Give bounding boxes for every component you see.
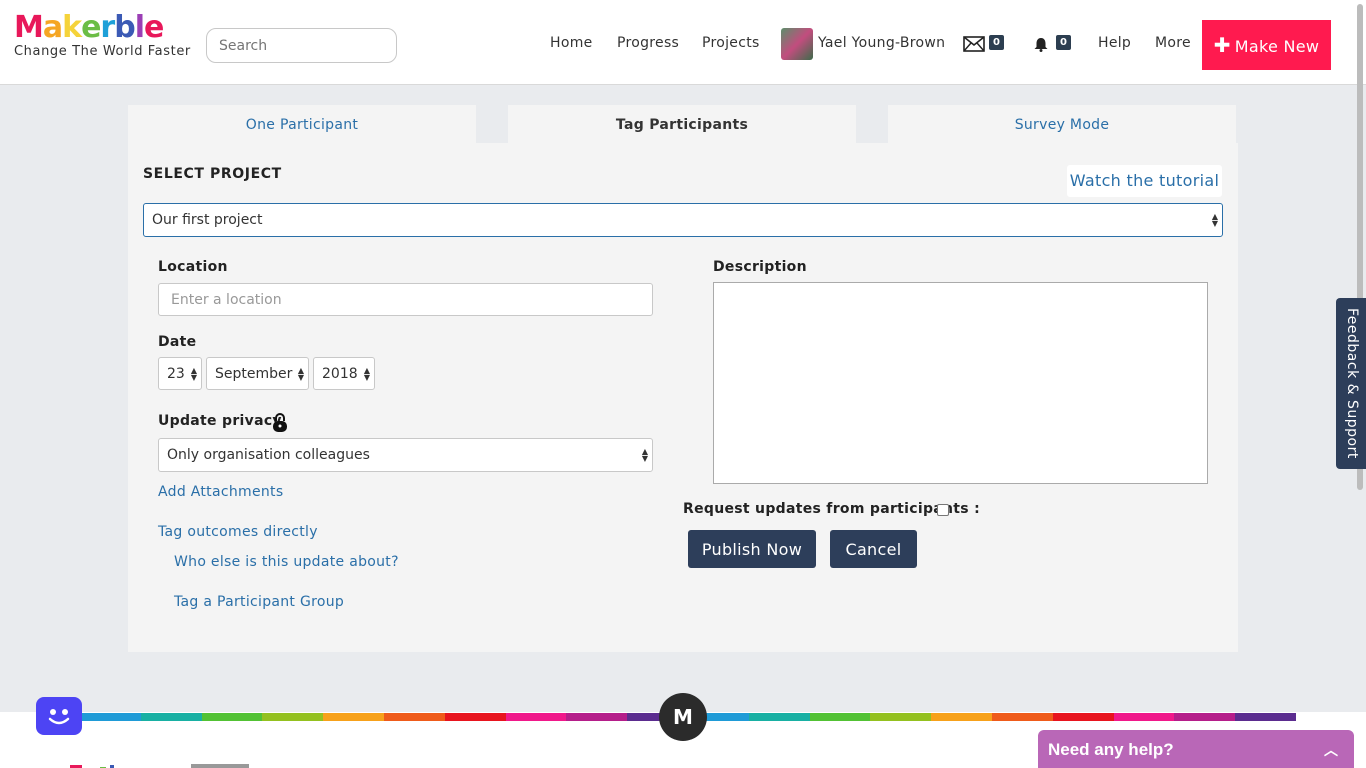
tab-survey-mode[interactable]: Survey Mode <box>888 105 1236 145</box>
logo-wordmark: Makerble <box>14 10 164 45</box>
need-help-label: Need any help? <box>1048 740 1174 759</box>
bot-face-icon <box>48 709 70 725</box>
tab-one-participant[interactable]: One Participant <box>128 105 476 145</box>
tag-participant-group-link[interactable]: Tag a Participant Group <box>174 594 344 610</box>
footer-logo <box>70 758 170 768</box>
date-day-select[interactable]: 23 ▲ ▼ <box>158 357 202 390</box>
project-select[interactable]: Our first project ▲ ▼ <box>143 203 1223 237</box>
feedback-support-label: Feedback & Support <box>1344 308 1360 459</box>
select-arrows-icon: ▲ ▼ <box>363 365 370 382</box>
location-label: Location <box>158 259 228 275</box>
envelope-icon[interactable] <box>963 36 985 52</box>
privacy-select-value: Only organisation colleagues <box>167 447 370 463</box>
date-month-select[interactable]: September ▲ ▼ <box>206 357 309 390</box>
location-input[interactable]: Enter a location <box>158 283 653 316</box>
feedback-support-tab[interactable]: Feedback & Support <box>1336 298 1366 469</box>
plus-icon: ✚ <box>1213 33 1231 57</box>
bell-icon[interactable] <box>1033 37 1049 52</box>
logo-tagline: Change The World Faster <box>14 44 191 59</box>
date-label: Date <box>158 334 197 350</box>
select-arrows-icon: ▲ ▼ <box>297 365 304 382</box>
chatbot-icon[interactable] <box>36 697 82 735</box>
tag-outcomes-link[interactable]: Tag outcomes directly <box>158 524 318 540</box>
messages-count-badge: 0 <box>989 35 1004 50</box>
footer-divider <box>191 764 249 768</box>
user-name[interactable]: Yael Young-Brown <box>818 35 945 51</box>
cancel-button[interactable]: Cancel <box>830 530 917 568</box>
publish-now-button[interactable]: Publish Now <box>688 530 816 568</box>
location-placeholder: Enter a location <box>171 291 282 308</box>
description-label: Description <box>713 259 807 275</box>
lock-icon <box>273 413 287 432</box>
date-day-value: 23 <box>167 365 185 382</box>
makerble-logo[interactable]: Makerble Change The World Faster <box>14 10 191 60</box>
select-arrows-icon: ▲ ▼ <box>190 365 197 382</box>
notifications-count-badge: 0 <box>1056 35 1071 50</box>
nav-projects[interactable]: Projects <box>702 35 760 51</box>
privacy-select[interactable]: Only organisation colleagues ▲ ▼ <box>158 438 653 472</box>
select-project-label: SELECT PROJECT <box>143 166 282 182</box>
nav-help[interactable]: Help <box>1098 35 1131 51</box>
date-year-value: 2018 <box>322 365 358 382</box>
privacy-label: Update privacy <box>158 413 282 429</box>
add-attachments-link[interactable]: Add Attachments <box>158 484 283 500</box>
select-arrows-icon: ▲ ▼ <box>1211 212 1218 228</box>
make-new-label: Make New <box>1234 37 1320 56</box>
project-select-value: Our first project <box>152 212 263 228</box>
search-input[interactable] <box>206 28 397 63</box>
request-updates-label: Request updates from participants : <box>683 501 980 517</box>
top-header: Makerble Change The World Faster Home Pr… <box>0 0 1366 85</box>
user-avatar[interactable] <box>781 28 813 60</box>
nav-more[interactable]: More <box>1155 35 1191 51</box>
nav-progress[interactable]: Progress <box>617 35 679 51</box>
who-else-link[interactable]: Who else is this update about? <box>174 554 399 570</box>
date-month-value: September <box>215 365 293 382</box>
description-textarea[interactable] <box>713 282 1208 484</box>
date-year-select[interactable]: 2018 ▲ ▼ <box>313 357 375 390</box>
nav-home[interactable]: Home <box>550 35 593 51</box>
watch-tutorial-link[interactable]: Watch the tutorial <box>1067 165 1222 197</box>
need-help-widget[interactable]: Need any help? ︿ <box>1038 730 1354 768</box>
make-new-button[interactable]: ✚ Make New <box>1202 20 1331 70</box>
tab-tag-participants[interactable]: Tag Participants <box>508 105 856 145</box>
chevron-up-icon: ︿ <box>1324 742 1338 758</box>
request-updates-checkbox[interactable] <box>937 504 949 516</box>
makerble-m-badge[interactable]: M <box>659 693 707 741</box>
select-arrows-icon: ▲ ▼ <box>641 447 648 463</box>
